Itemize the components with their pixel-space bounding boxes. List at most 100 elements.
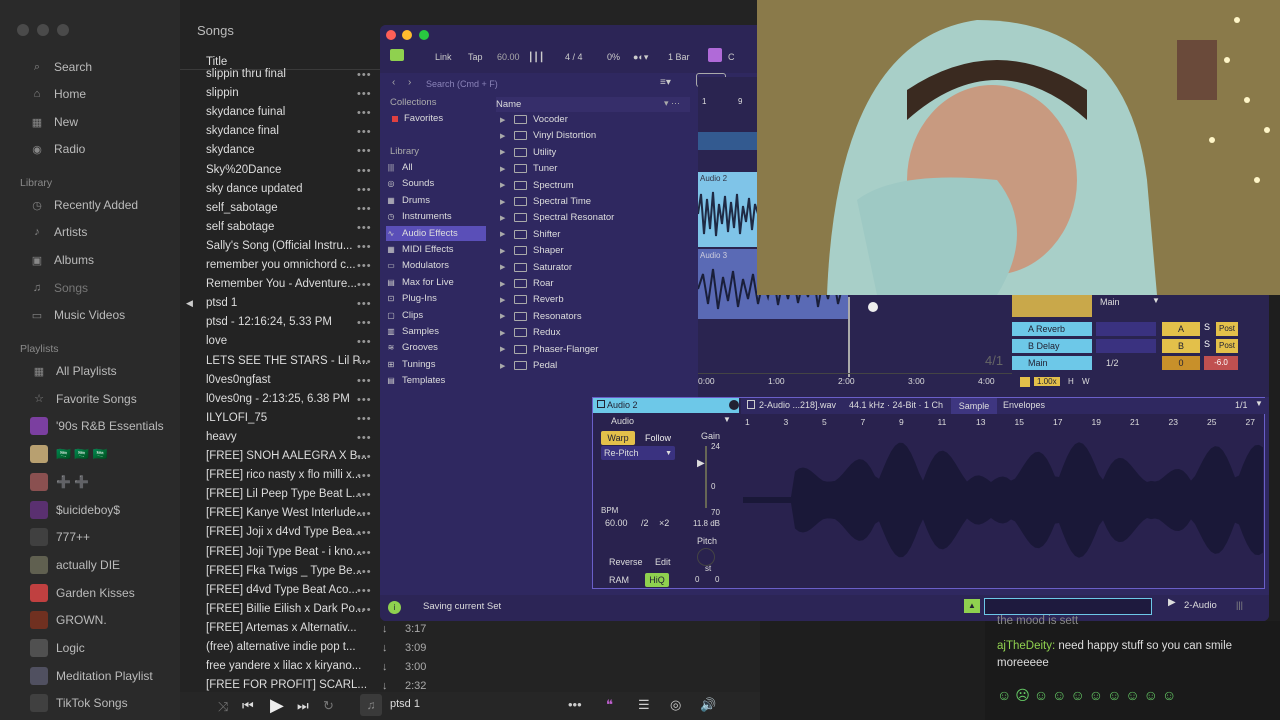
favorites-item[interactable]: Favorites	[392, 111, 492, 126]
song-row[interactable]: ptsd 1	[206, 297, 380, 315]
sidebar-item-playlist[interactable]: Garden Kisses	[30, 583, 135, 603]
gain-db-field[interactable]: 11.8 dB	[693, 519, 720, 528]
metronome-icon[interactable]: ┃┃┃	[528, 52, 544, 63]
expand-icon[interactable]: ▶	[500, 329, 508, 337]
effect-folder[interactable]: ▶ Vocoder	[500, 112, 568, 127]
download-icon[interactable]: ↓	[382, 623, 388, 635]
library-item[interactable]: ◎ Sounds	[386, 176, 486, 191]
sidebar-item-playlist[interactable]: ➕ ➕	[30, 472, 89, 492]
dropdown-arrow-icon[interactable]: ▼	[723, 415, 731, 424]
library-item[interactable]: ▥ Samples	[386, 324, 486, 339]
library-item[interactable]: ⊡ Plug-Ins	[386, 291, 486, 306]
more-icon[interactable]: •••	[357, 107, 372, 119]
effect-folder[interactable]: ▶ Resonators	[500, 309, 582, 324]
send-b-button[interactable]: B	[1162, 339, 1200, 353]
tap-button[interactable]: Tap	[468, 52, 483, 62]
song-row[interactable]: Remember You - Adventure...	[206, 278, 380, 296]
expand-icon[interactable]: ▶	[500, 345, 508, 353]
effect-folder[interactable]: ▶ Spectral Resonator	[500, 210, 614, 225]
more-icon[interactable]: •••	[357, 260, 372, 272]
library-item[interactable]: ≋ Grooves	[386, 340, 486, 355]
song-row[interactable]: l0ves0ngfast	[206, 374, 380, 392]
expand-icon[interactable]: ▶	[500, 148, 508, 156]
lyrics-icon[interactable]: ❝	[606, 697, 613, 713]
ratio-field[interactable]: 1/2	[1106, 358, 1119, 368]
effect-folder[interactable]: ▶ Spectral Time	[500, 194, 591, 209]
expand-icon[interactable]: ▶	[500, 214, 508, 222]
effect-folder[interactable]: ▶ Phaser-Flanger	[500, 342, 598, 357]
expand-icon[interactable]: ▶	[500, 362, 508, 370]
download-icon[interactable]: ↓	[382, 661, 388, 673]
queue-icon[interactable]: ☰	[638, 697, 650, 713]
key-map-icon[interactable]	[708, 48, 722, 62]
expand-icon[interactable]: ▶	[500, 116, 508, 124]
gain-slider-track[interactable]	[705, 446, 707, 508]
previous-icon[interactable]: ⏮	[242, 698, 254, 714]
sidebar-item-music-videos[interactable]: ▭ Music Videos	[30, 304, 125, 326]
sidebar-item-playlist[interactable]: '90s R&B Essentials	[30, 416, 164, 436]
song-row[interactable]: [FREE] Joji Type Beat - i kno...	[206, 546, 380, 564]
return-track-b[interactable]: B Delay	[1012, 339, 1092, 353]
dropdown-arrow-icon[interactable]: ▼	[1152, 296, 1160, 305]
sidebar-item-playlist[interactable]: $uicideboy$	[30, 500, 120, 520]
download-icon[interactable]: ↓	[382, 680, 388, 692]
expand-icon[interactable]: ▶	[500, 165, 508, 173]
song-row[interactable]: skydance	[206, 144, 380, 162]
clip-state-icon[interactable]	[729, 400, 739, 410]
effect-folder[interactable]: ▶ Shaper	[500, 243, 564, 258]
song-row[interactable]: heavy	[206, 431, 380, 449]
next-icon[interactable]: ⏭	[297, 698, 309, 714]
sidebar-item-home[interactable]: ⌂ Home	[30, 83, 86, 105]
link-button[interactable]: Link	[435, 52, 452, 62]
main-track[interactable]: Main	[1012, 356, 1092, 370]
more-icon[interactable]: •••	[357, 165, 372, 177]
song-row[interactable]: skydance fuinal	[206, 106, 380, 124]
song-row[interactable]: love	[206, 335, 380, 353]
info-icon[interactable]: i	[388, 601, 401, 614]
search-input[interactable]: Search (Cmd + F)	[426, 79, 498, 89]
song-row[interactable]: skydance final	[206, 125, 380, 143]
more-icon[interactable]: •••	[357, 394, 372, 406]
song-row[interactable]: [FREE] Joji x d4vd Type Bea...	[206, 526, 380, 544]
more-icon[interactable]: •••	[357, 604, 372, 616]
song-row[interactable]: [FREE] Artemas x Alternativ...	[206, 622, 380, 640]
effect-folder[interactable]: ▶ Utility	[500, 145, 556, 160]
volume-icon[interactable]: 🔊	[700, 697, 716, 713]
forward-icon[interactable]: ›	[408, 77, 411, 88]
edit-button[interactable]: Edit	[655, 557, 671, 567]
overview-strip[interactable]	[984, 598, 1152, 615]
coarse-pitch-field[interactable]: 0	[695, 575, 699, 584]
more-icon[interactable]: •••	[357, 222, 372, 234]
effect-folder[interactable]: ▶ Redux	[500, 325, 560, 340]
play-icon[interactable]: ▶	[270, 695, 284, 716]
more-icon[interactable]: •••	[357, 203, 372, 215]
main-volume[interactable]: 0	[1162, 356, 1200, 370]
minimize-window-button[interactable]	[37, 24, 49, 36]
sidebar-item-playlist[interactable]: Meditation Playlist	[30, 666, 153, 686]
more-icon[interactable]: •••	[357, 527, 372, 539]
clip-title-bar[interactable]: Audio 2	[593, 398, 739, 413]
warp-button[interactable]: Warp	[601, 431, 635, 445]
song-row[interactable]: [FREE] d4vd Type Beat Aco...	[206, 584, 380, 602]
more-icon[interactable]: •••	[357, 451, 372, 463]
song-row[interactable]: Sky%20Dance	[206, 164, 380, 182]
expand-icon[interactable]: ▶	[500, 181, 508, 189]
sidebar-item-playlist[interactable]: ▦ All Playlists	[30, 361, 117, 381]
song-row[interactable]: remember you omnichord c...	[206, 259, 380, 277]
song-row[interactable]: [FREE] rico nasty x flo milli x...	[206, 469, 380, 487]
back-icon[interactable]: ‹	[392, 77, 395, 88]
more-icon[interactable]: •••	[357, 126, 372, 138]
tab-sample[interactable]: Sample	[951, 398, 997, 414]
sidebar-item-playlist[interactable]: ☆ Favorite Songs	[30, 389, 137, 409]
sort-icon[interactable]: ▾ ⋯	[664, 98, 680, 109]
solo-button[interactable]: S	[1204, 322, 1210, 332]
more-icon[interactable]: •••	[357, 375, 372, 387]
minimize-window-button[interactable]	[402, 30, 412, 40]
return-track-a[interactable]: A Reverb	[1012, 322, 1092, 336]
w-button[interactable]: W	[1082, 377, 1090, 386]
song-row[interactable]: self sabotage	[206, 221, 380, 239]
post-button[interactable]: Post	[1216, 339, 1238, 353]
expand-icon[interactable]: ▶	[500, 263, 508, 271]
post-button[interactable]: Post	[1216, 322, 1238, 336]
ram-button[interactable]: RAM	[609, 575, 629, 585]
